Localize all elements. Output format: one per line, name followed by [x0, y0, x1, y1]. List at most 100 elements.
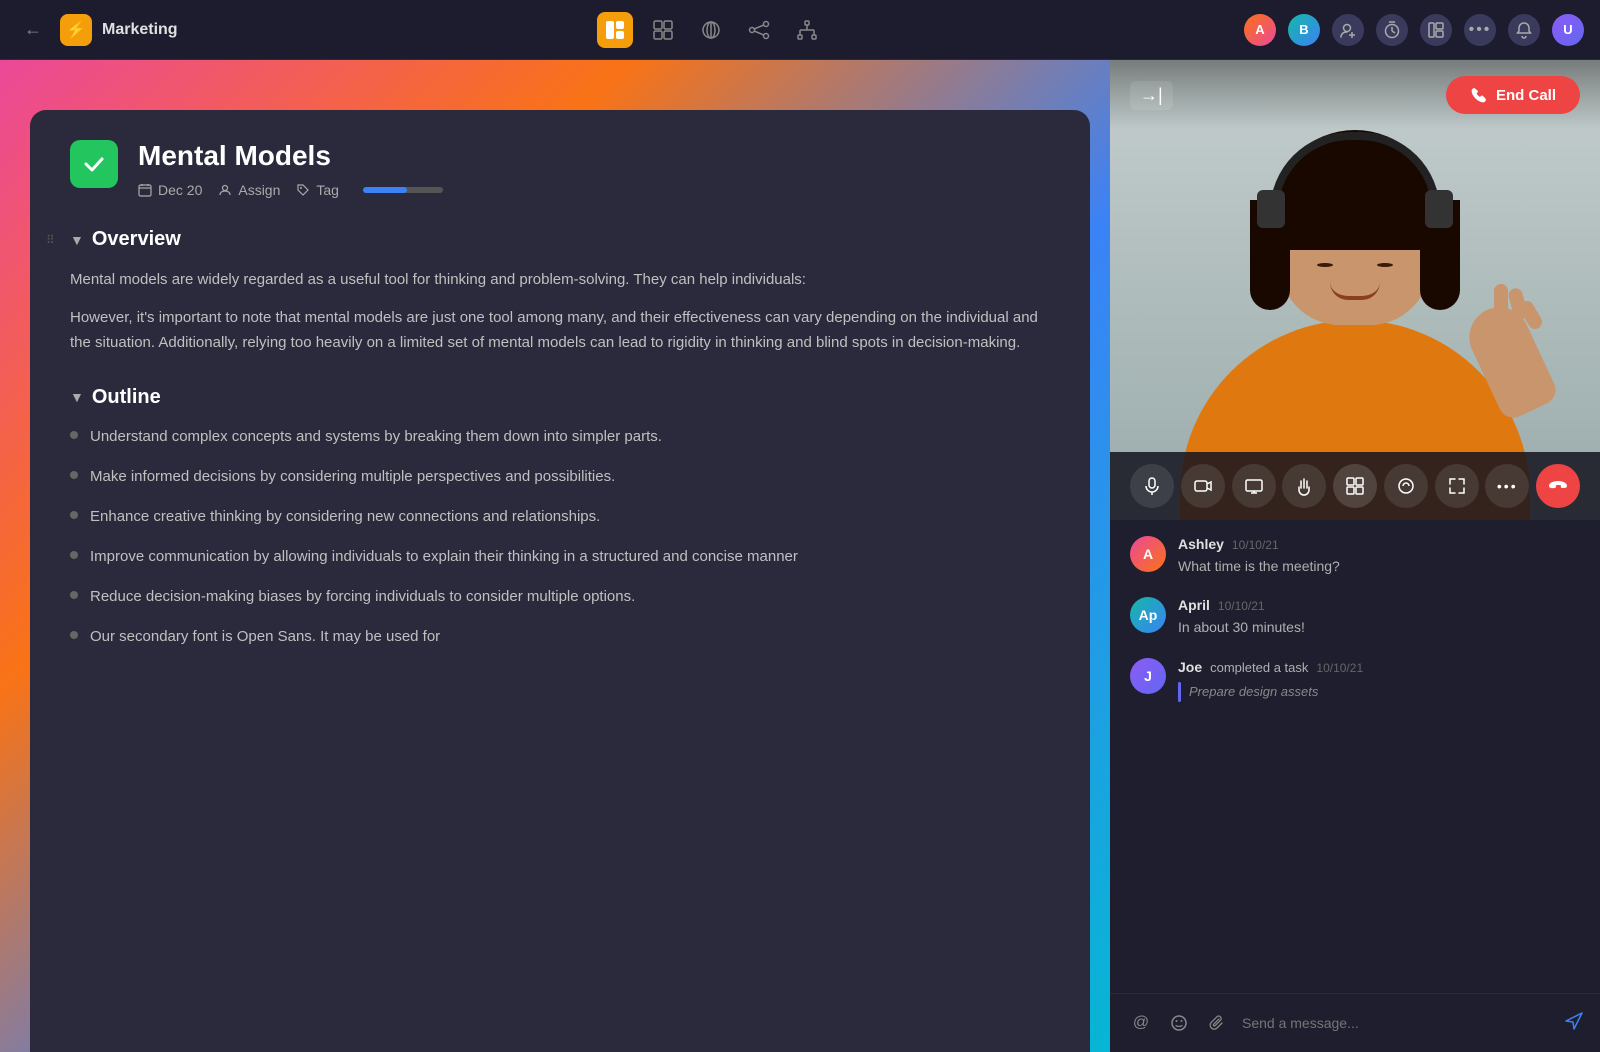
mention-button[interactable]: @	[1126, 1008, 1156, 1038]
tag-meta[interactable]: Tag	[296, 182, 339, 198]
document-meta: Dec 20 Assign	[138, 182, 1050, 198]
topbar-center	[178, 12, 1244, 48]
call-controls: •••	[1110, 452, 1600, 520]
overview-section: ⠿ ▼ Overview Mental models are widely re…	[70, 228, 1050, 356]
joe-name: Joe	[1178, 659, 1202, 675]
more-icon[interactable]: •••	[1464, 14, 1496, 46]
joe-task-ref: Prepare design assets	[1178, 682, 1580, 702]
progress-bar	[363, 187, 443, 193]
topbar: ← ⚡ Marketing	[0, 0, 1600, 60]
date-meta[interactable]: Dec 20	[138, 182, 202, 198]
bullet-icon	[70, 511, 78, 519]
list-item: Understand complex concepts and systems …	[70, 425, 1050, 449]
section-toggle-outline[interactable]: ▼	[70, 389, 84, 405]
april-meta: April 10/10/21	[1178, 597, 1580, 613]
joe-action: completed a task	[1210, 658, 1308, 678]
eye-left	[1317, 263, 1333, 267]
screen-share-button[interactable]	[1232, 464, 1276, 508]
layout2-icon[interactable]	[1420, 14, 1452, 46]
chat-input-area: @	[1110, 993, 1600, 1052]
joe-meta: Joe completed a task 10/10/21	[1178, 658, 1580, 678]
april-avatar: Ap	[1130, 597, 1166, 633]
section-toggle-overview[interactable]: ▼	[70, 232, 84, 248]
ashley-name: Ashley	[1178, 536, 1224, 552]
finger3	[1494, 284, 1508, 316]
topbar-right: A B •••	[1244, 14, 1584, 46]
list-item: Our secondary font is Open Sans. It may …	[70, 625, 1050, 649]
effects-button[interactable]	[1384, 464, 1428, 508]
more-call-options-button[interactable]: •••	[1485, 464, 1529, 508]
joe-avatar: J	[1130, 658, 1166, 694]
chat-message-april: Ap April 10/10/21 In about 30 minutes!	[1130, 597, 1580, 638]
call-header: →| End Call	[1110, 60, 1600, 130]
assign-meta[interactable]: Assign	[218, 182, 280, 198]
eye-right	[1377, 263, 1393, 267]
outline-title: Outline	[92, 386, 161, 409]
camera-button[interactable]	[1181, 464, 1225, 508]
list-item: Enhance creative thinking by considering…	[70, 505, 1050, 529]
app-logo: ⚡	[60, 14, 92, 46]
emoji-button[interactable]	[1164, 1008, 1194, 1038]
topbar-left: ← ⚡ Marketing	[16, 14, 178, 46]
end-call-button[interactable]: End Call	[1446, 76, 1580, 114]
overview-para-2: However, it's important to note that men…	[70, 305, 1050, 356]
video-area: →| End Call	[1110, 60, 1600, 520]
document-title: Mental Models	[138, 140, 1050, 172]
task-checkbox[interactable]	[70, 140, 118, 188]
chat-input-field[interactable]	[1242, 1015, 1554, 1031]
task-bar	[1178, 682, 1181, 702]
headphone-left	[1257, 190, 1285, 228]
ashley-avatar: A	[1130, 536, 1166, 572]
timer-icon[interactable]	[1376, 14, 1408, 46]
avatar-user1[interactable]: A	[1244, 14, 1276, 46]
mic-button[interactable]	[1130, 464, 1174, 508]
send-button[interactable]	[1564, 1011, 1584, 1036]
end-call-control-button[interactable]	[1536, 464, 1580, 508]
task-link[interactable]: Prepare design assets	[1189, 684, 1318, 699]
list-item: Improve communication by allowing indivi…	[70, 545, 1050, 569]
collapse-button[interactable]: →|	[1130, 81, 1173, 110]
hierarchy-icon[interactable]	[789, 12, 825, 48]
joe-message-content: Joe completed a task 10/10/21 Prepare de…	[1178, 658, 1580, 702]
overview-body: Mental models are widely regarded as a u…	[70, 267, 1050, 356]
ashley-meta: Ashley 10/10/21	[1178, 536, 1580, 552]
left-panel: Mental Models Dec 20	[0, 60, 1110, 1052]
bullet-icon	[70, 551, 78, 559]
fullscreen-button[interactable]	[1435, 464, 1479, 508]
main-area: Mental Models Dec 20	[0, 60, 1600, 1052]
outline-header: ▼ Outline	[70, 386, 1050, 409]
split-icon[interactable]	[645, 12, 681, 48]
overview-title: Overview	[92, 228, 181, 251]
chat-input-icons: @	[1126, 1008, 1232, 1038]
outline-list: Understand complex concepts and systems …	[70, 425, 1050, 649]
share-icon[interactable]	[741, 12, 777, 48]
grid-icon[interactable]	[693, 12, 729, 48]
ashley-text: What time is the meeting?	[1178, 556, 1580, 577]
april-time: 10/10/21	[1218, 599, 1265, 613]
list-item: Reduce decision-making biases by forcing…	[70, 585, 1050, 609]
phone-icon	[1470, 86, 1488, 104]
raise-hand-button[interactable]	[1282, 464, 1326, 508]
grid-view-button[interactable]	[1333, 464, 1377, 508]
attach-button[interactable]	[1202, 1008, 1232, 1038]
document-header: Mental Models Dec 20	[70, 140, 1050, 198]
overview-header: ⠿ ▼ Overview	[70, 228, 1050, 251]
outline-section: ▼ Outline Understand complex concepts an…	[70, 386, 1050, 649]
avatar-user2[interactable]: B	[1288, 14, 1320, 46]
back-button[interactable]: ←	[16, 15, 50, 44]
chat-message-joe: J Joe completed a task 10/10/21 Prepare …	[1130, 658, 1580, 702]
document-card: Mental Models Dec 20	[30, 110, 1090, 1052]
april-message-content: April 10/10/21 In about 30 minutes!	[1178, 597, 1580, 638]
list-item: Make informed decisions by considering m…	[70, 465, 1050, 489]
bullet-icon	[70, 431, 78, 439]
bullet-icon	[70, 631, 78, 639]
bell-icon[interactable]	[1508, 14, 1540, 46]
right-panel: →| End Call	[1110, 60, 1600, 1052]
ashley-time: 10/10/21	[1232, 538, 1279, 552]
bullet-icon	[70, 591, 78, 599]
add-user-icon[interactable]	[1332, 14, 1364, 46]
headphone-right	[1425, 190, 1453, 228]
current-user-avatar[interactable]: U	[1552, 14, 1584, 46]
drag-handle[interactable]: ⠿	[46, 233, 55, 247]
layout-icon[interactable]	[597, 12, 633, 48]
